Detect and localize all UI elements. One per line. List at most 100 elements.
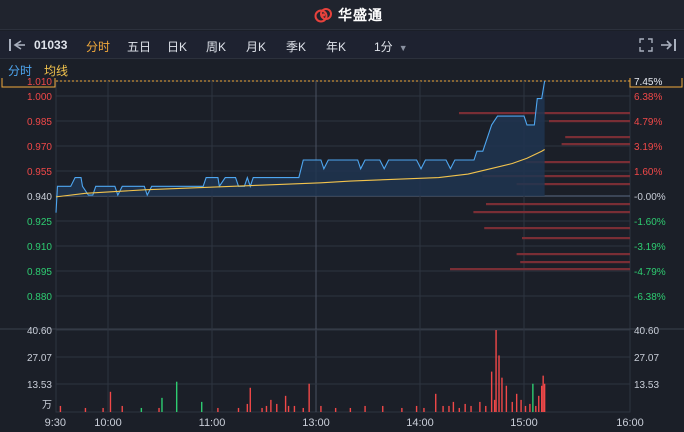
volume-bar (495, 330, 497, 412)
volume-bar (470, 405, 472, 412)
volume-bar (302, 407, 304, 412)
volume-bar (538, 395, 540, 412)
time-tick-label: 13:00 (302, 417, 330, 429)
volume-bar (270, 399, 272, 412)
volume-bar (458, 407, 460, 412)
percent-tick-label: 6.38% (634, 92, 662, 103)
price-tick-label: 0.895 (27, 267, 52, 278)
volume-bar (59, 405, 62, 412)
price-area (56, 81, 545, 213)
volume-bar (452, 401, 455, 412)
time-tick-label: 14:00 (406, 417, 434, 429)
interval-select-label: 1分 (374, 40, 393, 54)
percent-tick-label: 1.60% (634, 167, 662, 178)
volume-bar (479, 401, 481, 412)
fullscreen-icon[interactable] (638, 37, 654, 53)
volume-bar (308, 383, 310, 412)
volume-bar (532, 383, 534, 412)
tab-daily-k[interactable]: 日K (167, 38, 187, 55)
tab-weekly-k[interactable]: 周K (206, 38, 226, 55)
volume-bar (490, 371, 493, 412)
percent-tick-label: 4.79% (634, 117, 662, 128)
volume-bar (493, 399, 496, 412)
price-tick-label: 1.000 (27, 92, 52, 103)
volume-bar (161, 397, 163, 412)
time-tick-label: 11:00 (199, 417, 226, 429)
volume-tick-label: 万 (42, 400, 52, 411)
volume-bar (102, 407, 104, 412)
volume-bar (543, 383, 546, 412)
volume-bar (511, 401, 513, 412)
price-tick-label: 0.985 (27, 117, 52, 128)
brand-name: 华盛通 (338, 7, 383, 23)
volume-bar (382, 405, 384, 412)
percent-tick-label: -1.60% (634, 217, 666, 228)
depth-bar (520, 261, 630, 264)
collapse-panel-icon[interactable] (8, 37, 28, 53)
volume-bar (520, 399, 522, 412)
volume-bar (287, 405, 290, 412)
percent-tick-label: -4.79% (634, 267, 666, 278)
volume-tick-label: 40.60 (27, 326, 52, 337)
tab-intraday[interactable]: 分时 (86, 38, 110, 55)
depth-bar (549, 120, 630, 123)
volume-bar (84, 407, 87, 412)
volume-bar (542, 375, 544, 412)
tab-quarterly-k[interactable]: 季K (286, 38, 306, 55)
volume-tick-label-right: 27.07 (634, 353, 659, 364)
tab-yearly-k[interactable]: 年K (326, 38, 346, 55)
brand: 华盛通 (314, 6, 383, 24)
depth-bar (516, 253, 630, 256)
price-tick-label: 0.955 (27, 167, 52, 178)
volume-bar (293, 405, 296, 412)
tab-monthly-k[interactable]: 月K (246, 38, 266, 55)
time-tick-label: 15:00 (510, 417, 538, 429)
volume-bar (217, 407, 219, 412)
price-tick-label: 0.910 (27, 242, 52, 253)
interval-select[interactable]: 1分 ▼ (374, 38, 408, 55)
volume-bar (276, 403, 278, 412)
percent-tick-label: -0.00% (634, 192, 666, 203)
volume-bar (284, 395, 287, 412)
chevron-down-icon: ▼ (398, 43, 408, 53)
price-tick-label: 0.880 (27, 292, 52, 303)
depth-bar (522, 237, 630, 240)
volume-tick-label: 13.53 (27, 380, 52, 391)
volume-bar (515, 393, 518, 412)
volume-bar (529, 403, 531, 412)
volume-bar (201, 401, 203, 412)
stock-code: 01033 (34, 38, 68, 52)
percent-tick-label: -3.19% (634, 242, 666, 253)
time-tick-label: 16:00 (616, 417, 644, 429)
volume-bar (364, 405, 366, 412)
price-tick-label: 0.940 (27, 192, 52, 203)
volume-tick-label-right: 13.53 (634, 380, 659, 391)
percent-tick-label: -6.38% (634, 292, 666, 303)
volume-bar (261, 407, 263, 412)
time-tick-label: 10:00 (94, 417, 122, 429)
volume-bar (349, 407, 352, 412)
depth-bar (450, 268, 630, 271)
volume-bar (246, 403, 249, 412)
volume-bar (498, 355, 500, 412)
volume-bar (237, 407, 240, 412)
intraday-chart-svg: 1.010 7.45%1.000 6.38%0.985 4.79%0.970 3.19%… (0, 72, 684, 429)
volume-bar (535, 405, 537, 412)
intraday-chart[interactable]: 1.010 7.45% 1.000 6.38% 0.985 4.79% 0.970 3.19%… (0, 72, 684, 432)
depth-bar (486, 203, 630, 206)
chart-toolbar: 01033 分时 五日 日K 周K 月K 季K 年K 1分 ▼ (0, 31, 684, 59)
depth-bar (484, 227, 630, 230)
volume-bar (249, 387, 251, 412)
volume-tick-label-right: 40.60 (634, 326, 659, 337)
volume-bar (423, 407, 425, 412)
volume-bar (524, 405, 527, 412)
huasheng-logo-icon (314, 8, 332, 23)
legend-price-line: 分时 (8, 64, 33, 78)
expand-panel-icon[interactable] (660, 37, 676, 53)
tab-five-day[interactable]: 五日 (127, 38, 151, 55)
volume-bar (485, 405, 487, 412)
time-tick-label: 9:30 (45, 417, 66, 429)
volume-bar (334, 407, 337, 412)
volume-bar (121, 405, 123, 412)
depth-bar (473, 211, 630, 214)
